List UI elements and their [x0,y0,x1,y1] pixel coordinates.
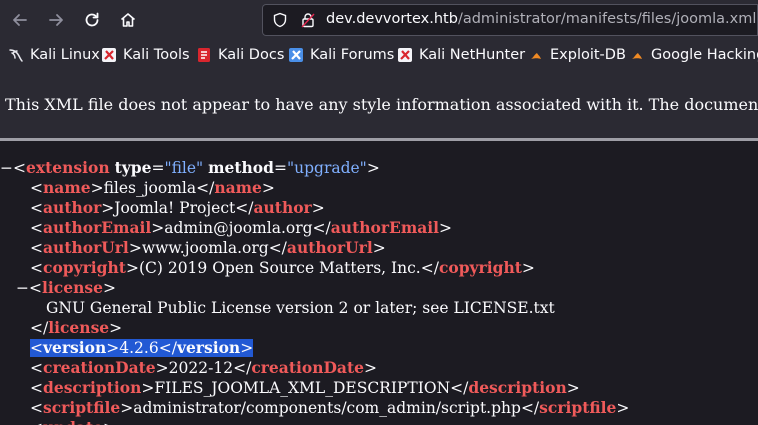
xml-tag: author [253,198,312,217]
xml-version-line: <version>4.2.6</version> [30,338,254,358]
kali-linux-icon [9,49,23,62]
xml-element-line-partial: <update> [30,418,116,425]
xml-element-line: <name>files_joomla</name> [30,178,275,197]
xml-tag: license [42,278,103,297]
xml-element-line: <description>FILES_JOOMLA_XML_DESCRIPTIO… [30,378,580,397]
url-domain: dev.devvortex.htb [326,11,458,27]
shield-icon[interactable] [272,12,288,28]
selection-highlight: <version>4.2.6</version> [30,338,254,357]
xml-tag: authorEmail [43,218,152,237]
bookmark-kali-forums[interactable]: Kali Forums [288,45,394,65]
url-text[interactable]: dev.devvortex.htb/administrator/manifest… [326,11,756,27]
bookmarks-toolbar: Kali Linux Kali Tools Kali Docs Kali For… [0,40,758,70]
xml-text: administrator/components/com_admin/scrip… [133,399,521,417]
xml-element-line: <copyright>(C) 2019 Open Source Matters,… [30,258,535,277]
xml-tag: author [43,198,102,217]
xml-text: FILES_JOOMLA_XML_DESCRIPTION [154,379,451,397]
xml-tag: license [48,318,110,337]
xml-tag: version [43,338,107,357]
home-button[interactable] [114,6,142,34]
xml-license-close: </license> [30,318,123,337]
xml-tag: scriptfile [43,398,121,417]
kali-docs-icon [198,48,210,62]
bookmark-kali-nethunter[interactable]: Kali NetHunter [397,45,525,65]
kali-forums-icon [289,48,303,62]
xml-tag: scriptfile [539,398,617,417]
xml-text: 2022-12 [168,359,234,377]
xml-tag: authorEmail [330,218,440,237]
xml-license-open: −<license> [16,278,116,297]
lock-icon[interactable] [300,12,316,28]
xml-attr-value: "file" [164,159,204,177]
xml-tag: creationDate [43,358,156,377]
back-button[interactable] [6,6,34,34]
back-arrow-icon [13,14,27,26]
xml-attr-value: "upgrade" [286,159,367,177]
xml-attr-name: method [208,158,274,177]
xml-element-line: <creationDate>2022-12</creationDate> [30,358,377,377]
bookmark-label: Kali Tools [123,47,190,63]
collapse-toggle[interactable]: − [0,159,13,177]
kali-tools-icon [102,48,116,62]
exploit-db-icon [531,53,541,59]
bookmark-kali-tools[interactable]: Kali Tools [101,45,190,65]
xml-attr-name: type [114,158,152,177]
xml-text: files_joomla [103,179,197,197]
bookmark-label: Exploit-DB [550,47,626,63]
reload-icon [85,12,99,27]
forward-arrow-icon [49,14,63,26]
kali-nethunter-icon [398,48,412,62]
bookmark-label: Kali NetHunter [419,47,526,63]
google-hacking-icon [632,53,642,59]
xml-tag: creationDate [251,358,364,377]
xml-element-line: <authorUrl>www.joomla.org</authorUrl> [30,238,386,257]
xml-element-line: <authorEmail>admin@joomla.org</authorEma… [30,218,453,237]
xml-tag: version [176,338,241,357]
forward-button[interactable] [42,6,70,34]
reload-button[interactable] [78,6,106,34]
xml-tag: authorUrl [286,238,373,257]
xml-root-line: −<extension type="file" method="upgrade"… [0,158,380,177]
bookmark-kali-docs[interactable]: Kali Docs [196,45,284,65]
xml-tag: copyright [438,258,522,277]
xml-license-text: GNU General Public License version 2 or … [46,299,555,317]
bookmark-label: Kali Forums [310,47,395,63]
bookmark-label: Kali Linux [30,47,100,63]
collapse-toggle[interactable]: − [16,279,29,297]
xml-tag: name [43,178,91,197]
xml-info-text: This XML file does not appear to have an… [5,95,758,114]
bookmark-exploit-db[interactable]: Exploit-DB [528,45,626,65]
url-bar[interactable]: dev.devvortex.htb/administrator/manifest… [262,4,758,36]
xml-tag: copyright [43,258,126,277]
xml-element-line: <author>Joomla! Project</author> [30,198,325,217]
xml-tag: authorUrl [43,238,129,257]
bookmark-kali-linux[interactable]: Kali Linux [8,45,100,65]
xml-text: admin@joomla.org [164,219,313,237]
xml-tag: update [43,418,103,425]
xml-root-tag: extension [26,158,110,177]
xml-text: Joomla! Project [114,199,236,217]
browser-toolbar: dev.devvortex.htb/administrator/manifest… [0,0,758,40]
xml-info-banner: This XML file does not appear to have an… [0,70,758,141]
bookmark-google-hacking[interactable]: Google Hacking [629,45,758,65]
xml-tree: −<extension type="file" method="upgrade"… [0,141,758,425]
bookmark-label: Kali Docs [218,47,285,63]
xml-version-value: 4.2.6 [119,339,159,357]
xml-tag: description [43,378,142,397]
url-path: /administrator/manifests/files/joomla.xm… [457,11,757,27]
xml-element-line: <scriptfile>administrator/components/com… [30,398,630,417]
xml-text: (C) 2019 Open Source Matters, Inc. [138,259,421,277]
bookmark-label: Google Hacking [651,47,758,63]
xml-text: www.joomla.org [141,239,269,257]
home-icon [120,13,136,27]
xml-tag: name [214,178,262,197]
xml-tag: description [468,378,567,397]
